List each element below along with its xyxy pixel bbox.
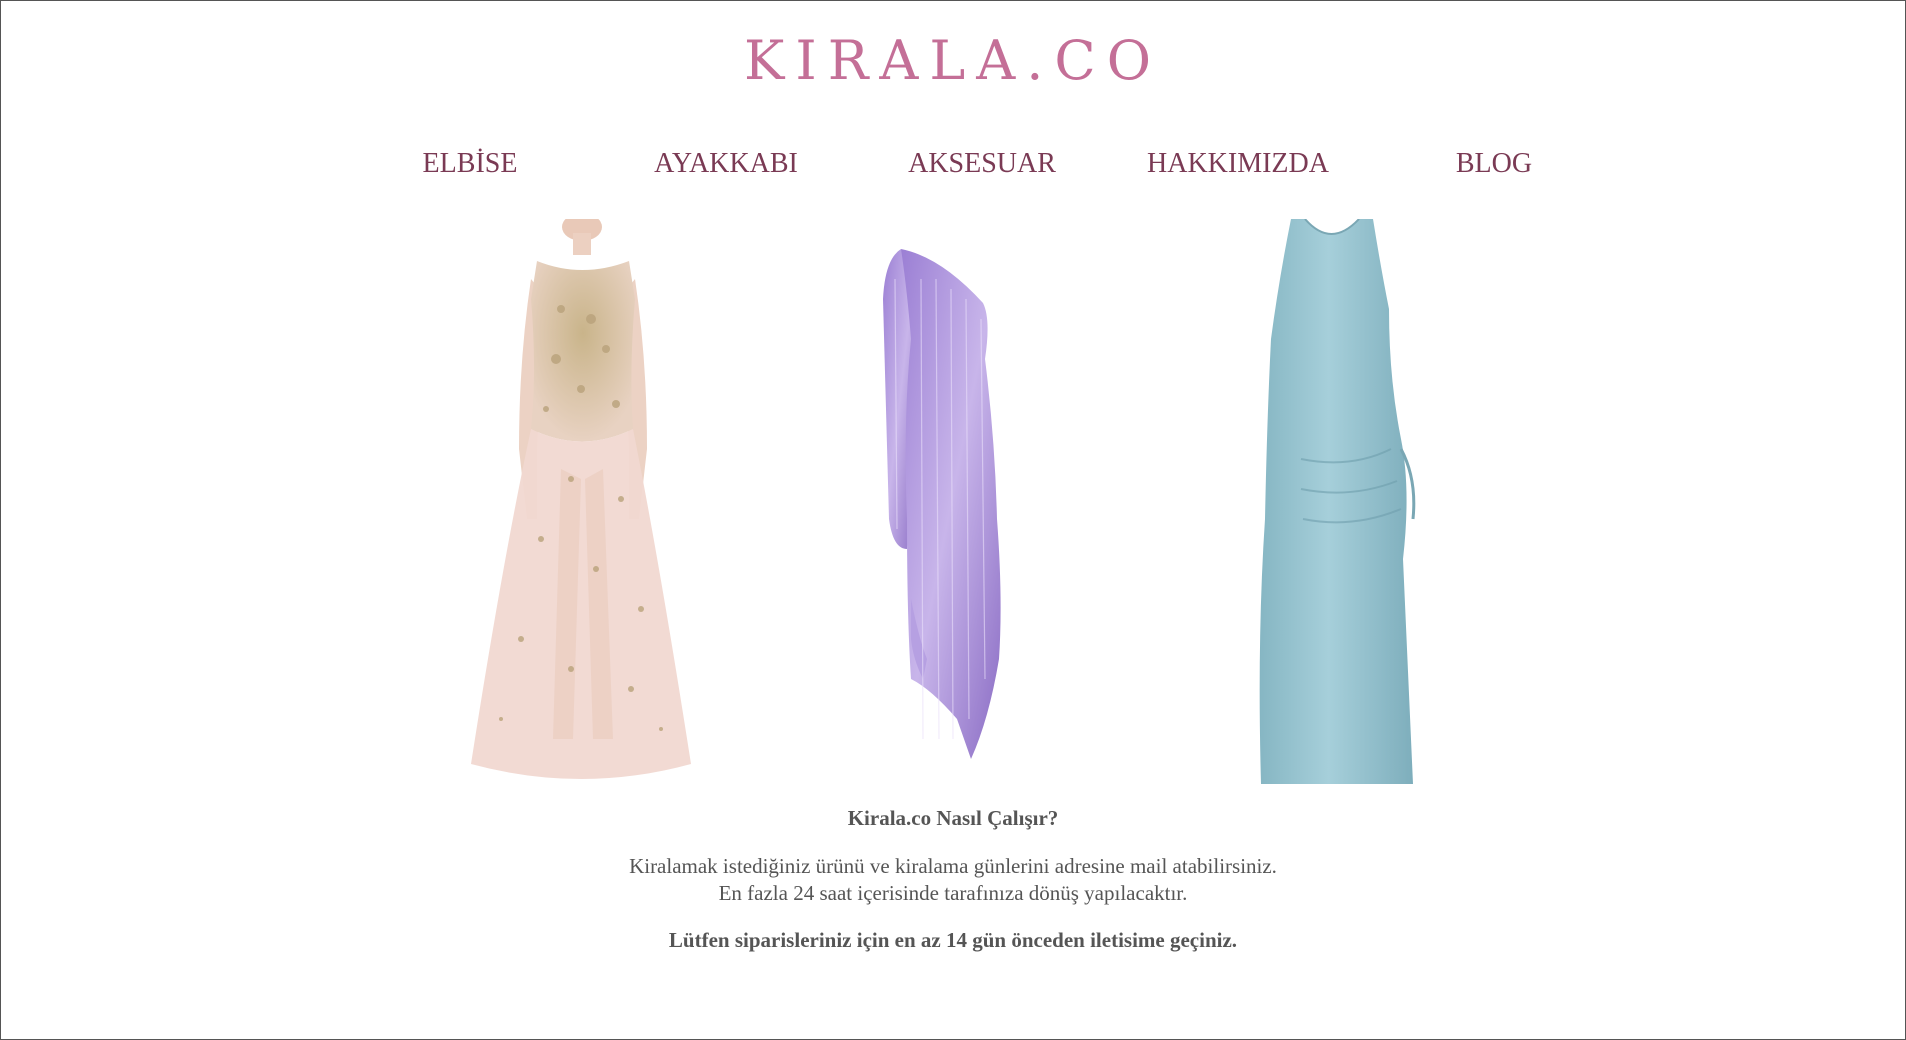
order-notice: Lütfen siparisleriniz için en az 14 gün … <box>668 928 1238 952</box>
nav-item-elbise[interactable]: ELBİSE <box>423 148 518 180</box>
nav-item-hakkimizda[interactable]: HAKKIMIZDA <box>1147 148 1329 180</box>
product-image-embellished-gown[interactable] <box>391 219 701 784</box>
site-logo[interactable]: KIRALA.CO <box>1 29 1905 92</box>
how-it-works-title: Kirala.co Nasıl Çalışır? <box>847 806 1059 830</box>
product-image-light-blue-dress[interactable] <box>1241 219 1431 784</box>
product-image-purple-sequin-dress[interactable] <box>871 219 1071 784</box>
nav-item-blog[interactable]: BLOG <box>1456 148 1532 180</box>
info-line-1: Kiralamak istediğiniz ürünü ve kiralama … <box>629 854 1277 878</box>
product-gallery <box>1 219 1905 784</box>
main-nav: ELBİSE AYAKKABI AKSESUAR HAKKIMIZDA BLOG <box>1 148 1905 188</box>
page: KIRALA.CO ELBİSE AYAKKABI AKSESUAR HAKKI… <box>0 0 1906 1040</box>
nav-item-ayakkabi[interactable]: AYAKKABI <box>654 148 798 180</box>
info-line-2: En fazla 24 saat içerisinde tarafınıza d… <box>718 881 1188 905</box>
how-it-works-section: Kirala.co Nasıl Çalışır? Kiralamak isted… <box>1 806 1905 953</box>
nav-item-aksesuar[interactable]: AKSESUAR <box>908 148 1056 180</box>
